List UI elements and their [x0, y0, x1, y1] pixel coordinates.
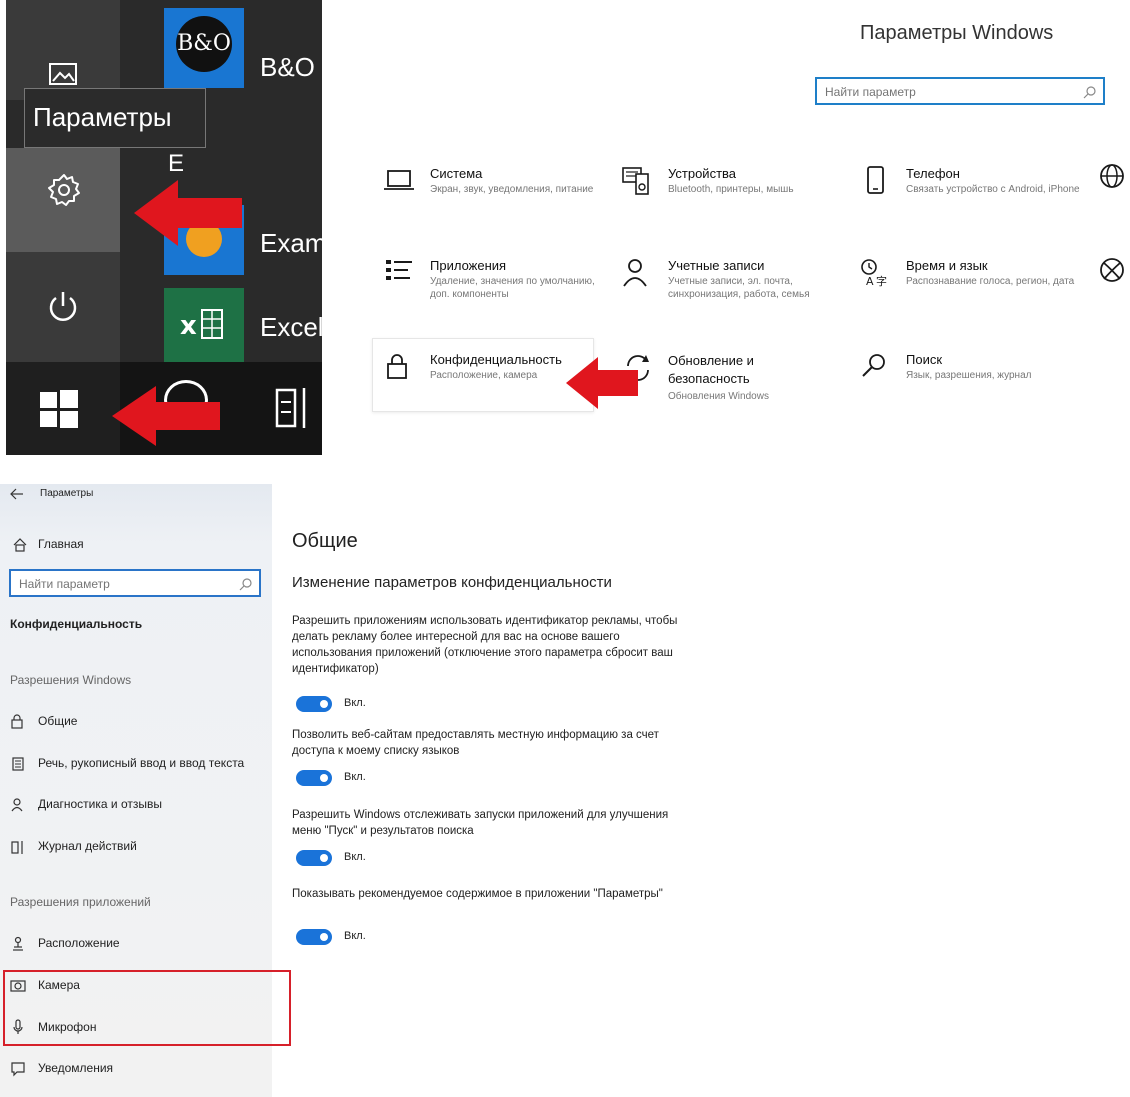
sidebar-item-label: Журнал действий	[38, 839, 137, 853]
lock-icon	[387, 354, 407, 379]
page-title: Общие	[292, 530, 358, 552]
laptop-icon	[384, 170, 414, 190]
windows-logo-icon	[40, 390, 78, 428]
power-icon	[49, 292, 77, 321]
category-title: Система	[430, 166, 483, 181]
home-icon	[13, 538, 27, 552]
category-desc: Учетные записи, эл. почта, синхронизация…	[668, 276, 810, 300]
lock-icon	[11, 714, 23, 729]
sidebar-item-label: Диагностика и отзывы	[38, 797, 162, 811]
toggle-app-launch-tracking[interactable]	[296, 850, 332, 866]
power-rail-button[interactable]	[6, 252, 120, 362]
category-desc: Экран, звук, уведомления, питание	[430, 184, 594, 195]
gear-icon	[48, 174, 80, 206]
category-title: Телефон	[906, 166, 960, 181]
settings-search-box[interactable]	[815, 77, 1105, 105]
search-icon	[239, 578, 252, 591]
setting-desc-ad-id: Разрешить приложениям использовать идент…	[292, 615, 678, 675]
category-title: Поиск	[906, 352, 943, 367]
toggle-state-label: Вкл.	[344, 851, 366, 863]
start-button[interactable]	[6, 362, 120, 455]
image-icon	[49, 63, 77, 85]
category-title: Обновление и безопасность	[668, 353, 754, 386]
timeline-icon	[11, 841, 23, 854]
exam-app-label: Exam	[260, 228, 322, 258]
sidebar-item-label: Расположение	[38, 936, 120, 950]
category-title: Устройства	[668, 166, 737, 181]
phone-icon	[867, 166, 884, 194]
category-desc: Обновления Windows	[668, 391, 769, 402]
toggle-state-label: Вкл.	[344, 930, 366, 942]
arrow-to-settings-icon	[134, 180, 242, 246]
svg-text:A: A	[866, 275, 874, 288]
category-title: Время и язык	[906, 258, 988, 273]
svg-text:字: 字	[876, 274, 887, 288]
speech-typing-icon	[12, 757, 24, 771]
svg-text:x: x	[180, 311, 197, 341]
gallery-rail-button[interactable]	[6, 0, 120, 100]
bo-app-tile[interactable]: B&O	[164, 8, 244, 88]
category-desc: Распознавание голоса, регион, дата	[906, 276, 1075, 287]
arrow-to-privacy-icon	[566, 357, 638, 409]
toggle-language-list[interactable]	[296, 770, 332, 786]
setting-desc-suggested-content: Показывать рекомендуемое содержимое в пр…	[292, 888, 663, 900]
globe-icon[interactable]	[1098, 162, 1126, 190]
category-desc: Язык, разрешения, журнал	[906, 370, 1032, 381]
sidebar-item-label: Речь, рукописный ввод и ввод текста	[38, 756, 245, 770]
category-title: Учетные записи	[668, 258, 765, 273]
sidebar-search-input[interactable]	[17, 572, 236, 596]
excel-app-tile[interactable]: x	[164, 288, 244, 362]
search-icon	[862, 354, 885, 377]
e-app-label: E	[168, 150, 185, 177]
notification-icon	[11, 1062, 25, 1077]
setting-desc-app-launch-tracking: Разрешить Windows отслеживать запуски пр…	[292, 809, 669, 837]
sidebar-group-apps: Разрешения приложений	[10, 895, 151, 909]
category-title: Приложения	[430, 258, 507, 273]
settings-tooltip-text: Параметры	[33, 102, 172, 132]
setting-desc-language-list: Позволить веб-сайтам предоставлять местн…	[292, 729, 659, 757]
sidebar-group-windows: Разрешения Windows	[10, 673, 132, 687]
sidebar-item-label: Уведомления	[38, 1061, 114, 1075]
settings-window-title: Параметры Windows	[860, 22, 1054, 44]
start-menu-panel: B&O B&O Параметры E Exam x Excel	[6, 0, 322, 455]
location-icon	[13, 936, 23, 951]
task-view-icon[interactable]	[274, 384, 314, 434]
category-desc: Bluetooth, принтеры, мышь	[668, 184, 794, 195]
arrow-to-start-icon	[112, 386, 220, 446]
time-language-icon: A字	[861, 259, 887, 288]
category-title: Конфиденциальность	[430, 352, 562, 367]
back-arrow-icon[interactable]	[10, 488, 24, 500]
sidebar-search-box[interactable]	[9, 569, 261, 597]
settings-rail-button[interactable]	[6, 148, 120, 252]
feedback-icon	[11, 798, 23, 812]
toggle-state-label: Вкл.	[344, 697, 366, 709]
toggle-state-label: Вкл.	[344, 771, 366, 783]
settings-search-input[interactable]	[823, 80, 1077, 104]
category-desc: Связать устройство с Android, iPhone	[906, 184, 1080, 195]
toggle-ad-id[interactable]	[296, 696, 332, 712]
camera-microphone-highlight	[3, 970, 291, 1046]
search-icon	[1083, 86, 1096, 99]
apps-list-icon	[386, 260, 412, 280]
window-title: Параметры	[40, 488, 94, 499]
excel-icon: x	[180, 309, 223, 341]
bo-logo: B&O	[176, 16, 232, 72]
sidebar-item-label: Главная	[38, 537, 84, 551]
category-desc: Удаление, значения по умолчанию, доп. ко…	[430, 276, 595, 300]
toggle-suggested-content[interactable]	[296, 929, 332, 945]
sidebar-section-title: Конфиденциальность	[10, 617, 143, 631]
person-icon	[623, 259, 647, 287]
bo-app-label: B&O	[260, 52, 315, 82]
settings-tooltip: Параметры	[24, 88, 206, 148]
devices-icon	[622, 167, 649, 195]
excel-app-label: Excel	[260, 312, 322, 342]
xbox-icon[interactable]	[1098, 256, 1126, 284]
sidebar-item-label: Общие	[38, 714, 78, 728]
page-subtitle: Изменение параметров конфиденциальности	[292, 574, 612, 591]
